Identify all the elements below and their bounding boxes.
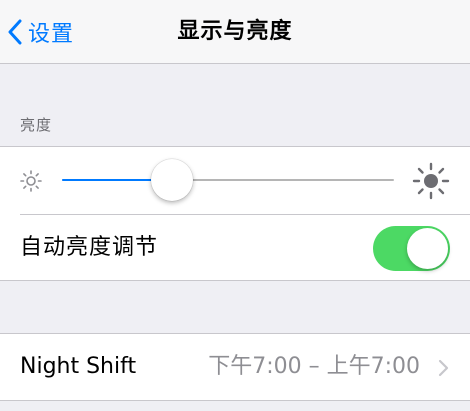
chevron-right-icon xyxy=(438,359,449,381)
brightness-section-header: 亮度 xyxy=(20,116,53,134)
sun-large-icon xyxy=(412,162,450,204)
sun-small-icon xyxy=(18,168,44,198)
auto-brightness-label: 自动亮度调节 xyxy=(20,235,159,260)
toggle-knob xyxy=(407,228,448,269)
night-shift-schedule: 下午7:00 – 上午7:00 xyxy=(208,354,420,379)
brightness-slider[interactable] xyxy=(62,159,394,201)
night-shift-label: Night Shift xyxy=(20,354,137,379)
navigation-bar: 设置 显示与亮度 xyxy=(0,0,470,64)
night-shift-row[interactable]: Night Shift 下午7:00 – 上午7:00 xyxy=(0,334,470,400)
night-shift-group: Night Shift 下午7:00 – 上午7:00 xyxy=(0,333,470,401)
page-title: 显示与亮度 xyxy=(177,19,293,44)
auto-brightness-row: 自动亮度调节 xyxy=(0,215,470,281)
brightness-slider-thumb[interactable] xyxy=(150,159,193,201)
brightness-slider-row xyxy=(0,147,470,214)
auto-brightness-toggle[interactable] xyxy=(373,226,450,271)
brightness-group: 自动亮度调节 xyxy=(0,146,470,281)
